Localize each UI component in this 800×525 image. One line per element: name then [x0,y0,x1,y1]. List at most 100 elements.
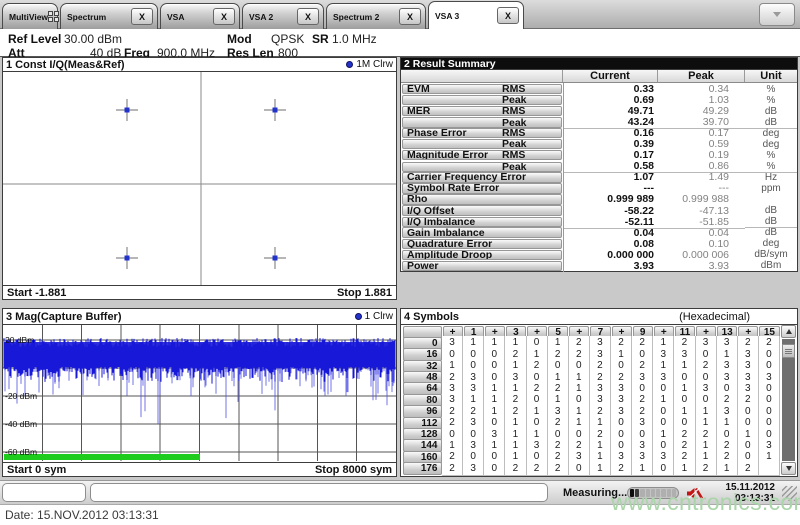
result-unit: dB [764,205,778,217]
scrollbar-thumb[interactable] [782,344,795,358]
result-label: Gain Imbalance [402,227,562,238]
symbol-cell: 2 [695,461,717,476]
result-label: Peak [402,94,562,106]
scroll-down-button[interactable] [781,462,796,475]
result-row: Peak 0.58 0.86% [401,160,797,174]
window3-title: 3 Mag(Capture Buffer) [6,310,122,323]
result-unit: dB [764,105,778,117]
trace-label: 1M Clrw [356,59,393,70]
x-axis-start-label: Start -1.881 [7,286,67,299]
result-peak: 3.93 [708,259,729,272]
result-row: Quadrature Error 0.08 0.10 deg [401,237,797,250]
result-unit: ppm [761,182,781,194]
setting-label: SR [312,32,329,46]
result-label: Power [402,260,562,271]
tab-label: MultiView [9,11,49,22]
result-row: Peak 0.69 1.03% [401,94,797,107]
result-row: Gain Imbalance 0.04 0.04 dB [401,226,797,239]
tab-spectrum-2[interactable]: Spectrum 2 X [326,3,426,29]
result-label: Peak [402,117,562,128]
symbol-row: 32 1 0 0 1 2 0 0 2 0 2 1 1 2 3 3 0 [402,359,780,374]
symbols-scrollbar[interactable] [781,325,796,475]
tab-label: VSA [167,11,185,22]
window2-title-bar[interactable]: 2 Result Summary [401,58,797,70]
tab-label: VSA 3 [435,10,460,21]
scrollbar-track[interactable] [782,339,795,461]
y-axis-tick: -40 dBm [5,419,38,429]
symbols-table: +1 +3 +5 +7 +9 +11 +13 +15 0 3 1 1 1 0 1 2 3 2 2 1 2 3 3 2 2 16 0 0… [402,325,780,476]
symbol-cell: 2 [526,461,548,476]
result-label: MER RMS [402,105,562,117]
window-mag-capture: 3 Mag(Capture Buffer) 1 Clrw 20 dBm -20 d… [2,308,397,477]
x-axis-start-label: Start 0 sym [7,463,67,476]
arrow-down-icon [785,466,792,471]
window1-title: 1 Const I/Q(Meas&Ref) [6,58,125,71]
result-row: I/Q Imbalance -52.11 -51.85 dB [401,215,797,229]
header-fields: Ref Level 30.00 dBm Mod QPSK SR 1.0 MHz Att 40 … [0,29,800,60]
result-unit: dB [764,227,778,239]
window1-title-bar[interactable]: 1 Const I/Q(Meas&Ref) 1M Clrw [3,58,396,72]
result-label: Phase Error RMS [402,128,562,139]
result-unit: Hz [764,171,778,183]
date-label: Date: 15.NOV.2012 03:13:31 [5,508,159,522]
tab-multiview[interactable]: MultiView [2,3,60,29]
result-row: Peak 43.24 39.70 dB [401,116,797,130]
tab-label: Spectrum 2 [333,11,380,22]
symbol-row: 128 0 0 3 1 1 0 0 2 0 0 1 2 2 0 1 0 [402,427,780,442]
tab-vsa[interactable]: VSA X [160,3,240,29]
window4-title-bar[interactable]: 4 Symbols (Hexadecimal) [401,309,797,325]
result-row: Rho 0.999 989 0.999 988 [401,193,797,206]
result-current: 3.93 [563,259,658,272]
result-row: Magnitude Error RMS 0.17 0.19% [401,149,797,162]
result-unit: deg [762,127,780,139]
result-header-current: Current [563,70,658,82]
symbol-cell [758,461,780,476]
x-axis-stop-label: Stop 8000 sym [314,463,392,476]
result-unit: % [766,83,776,95]
window4-title: 4 Symbols [404,310,460,323]
tab-close-button[interactable]: X [497,7,519,24]
tab-close-button[interactable]: X [297,8,319,25]
symbols-format-label: (Hexadecimal) [679,310,750,323]
symbol-cell: 1 [632,461,654,476]
tab-label: VSA 2 [249,11,274,22]
mag-svg [3,325,396,461]
tab-close-button[interactable]: X [131,8,153,25]
tab-overflow-button[interactable] [759,3,795,26]
grid-icon [48,10,60,23]
tab-vsa-2[interactable]: VSA 2 X [242,3,324,29]
constellation-plot[interactable] [3,72,396,285]
result-header-blank [401,70,563,82]
symbol-cell: 1 [674,461,696,476]
symbol-cell: 0 [653,461,675,476]
symbol-cell: 0 [568,461,590,476]
window3-footer: Start 0 sym Stop 8000 sym [3,462,396,476]
arrow-up-icon [785,329,792,334]
y-axis-tick: -60 dBm [5,447,38,457]
window1-footer: Start -1.881 Stop 1.881 [3,285,396,299]
watermark: www.cntronics.com [611,489,800,515]
y-axis-tick: -20 dBm [5,391,38,401]
result-label: I/Q Offset [402,205,562,216]
symbol-cell: 1 [589,461,611,476]
tab-bar: MultiView Spectrum X VSA X VSA 2 X Spectrum 2XV… [0,0,800,29]
symbol-row: 96 2 2 1 2 1 3 1 2 3 2 0 1 1 3 0 0 [402,404,780,419]
window3-title-bar[interactable]: 3 Mag(Capture Buffer) 1 Clrw [3,309,396,325]
symbol-cell: 2 [547,461,569,476]
window3-trace-legend: 1 Clrw [354,311,393,322]
symbol-row: 176 2 3 0 2 2 2 0 1 2 1 0 1 2 1 2 [402,461,780,476]
symbol-cell: 2 [505,461,527,476]
scroll-up-button[interactable] [781,325,796,338]
mag-plot-area[interactable]: 20 dBm -20 dBm -40 dBm -60 dBm [3,325,396,461]
symbol-row: 112 2 3 0 1 0 2 1 1 0 3 0 0 1 1 0 0 [402,416,780,431]
tab-close-button[interactable]: X [213,8,235,25]
tab-vsa-3[interactable]: VSA 3 X [428,1,524,29]
result-row: Symbol Rate Error --- --- ppm [401,182,797,195]
result-table-header: Current Peak Unit [401,70,797,83]
symbol-cell: 3 [463,461,485,476]
status-field-1 [2,483,86,502]
tab-spectrum[interactable]: Spectrum X [60,3,158,29]
status-field-2 [90,483,548,502]
chevron-down-icon [773,12,781,17]
tab-close-button[interactable]: X [399,8,421,25]
